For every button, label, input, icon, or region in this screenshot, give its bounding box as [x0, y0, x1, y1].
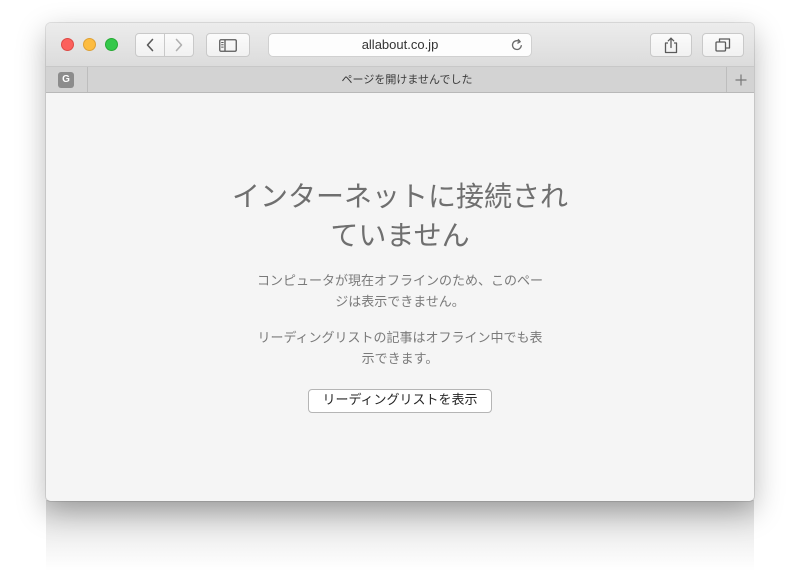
show-reading-list-button[interactable]: リーディングリストを表示 — [308, 389, 492, 413]
tab-overview-button[interactable] — [702, 33, 744, 57]
chevron-right-icon — [175, 38, 183, 52]
browser-window: allabout.co.jp G ページを開けませんでした インターネットに接続… — [46, 23, 754, 501]
error-heading: インターネットに接続され ていません — [200, 177, 600, 255]
address-url[interactable]: allabout.co.jp — [269, 34, 531, 56]
back-button[interactable] — [135, 33, 165, 57]
site-favicon: G — [58, 72, 74, 88]
error-heading-line-2: ていません — [330, 219, 470, 252]
error-heading-line-1: インターネットに接続され — [231, 180, 568, 213]
page-content: インターネットに接続され ていません コンピュータが現在オフラインのため、このペ… — [46, 93, 754, 501]
plus-icon — [735, 74, 746, 85]
close-window-button[interactable] — [61, 38, 74, 51]
reading-list-description: リーディングリストの記事はオフライン中でも表 示できます。 — [230, 328, 570, 370]
tab-bar: G ページを開けませんでした — [46, 67, 754, 93]
address-bar[interactable]: allabout.co.jp — [268, 33, 532, 57]
reload-icon[interactable] — [510, 38, 524, 52]
share-icon — [664, 37, 678, 53]
offline-description-line-2: ジは表示できません。 — [335, 295, 465, 310]
offline-description-line-1: コンピュータが現在オフラインのため、このペー — [256, 274, 543, 289]
window-reflection — [46, 500, 754, 571]
browser-toolbar: allabout.co.jp — [46, 23, 754, 67]
pinned-tab[interactable]: G — [46, 67, 88, 92]
minimize-window-button[interactable] — [83, 38, 96, 51]
sidebar-toggle-button[interactable] — [206, 33, 250, 57]
new-tab-button[interactable] — [726, 67, 754, 92]
forward-button[interactable] — [164, 33, 194, 57]
zoom-window-button[interactable] — [105, 38, 118, 51]
tabs-overview-icon — [715, 38, 731, 52]
reading-list-description-line-2: 示できます。 — [361, 352, 439, 367]
share-button[interactable] — [650, 33, 692, 57]
chevron-left-icon — [146, 38, 154, 52]
screenshot-stage: allabout.co.jp G ページを開けませんでした インターネットに接続… — [0, 0, 800, 571]
sidebar-icon — [219, 38, 237, 52]
tab-title[interactable]: ページを開けませんでした — [88, 67, 726, 92]
offline-description: コンピュータが現在オフラインのため、このペー ジは表示できません。 — [230, 271, 570, 313]
reading-list-description-line-1: リーディングリストの記事はオフライン中でも表 — [257, 331, 543, 346]
